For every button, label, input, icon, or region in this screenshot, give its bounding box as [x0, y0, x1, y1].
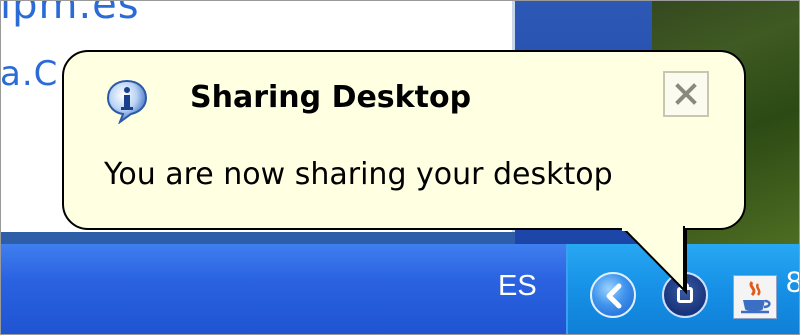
close-button[interactable]: [663, 71, 709, 117]
close-icon: [675, 83, 697, 105]
notification-title: Sharing Desktop: [190, 80, 472, 115]
notification-message: You are now sharing your desktop: [104, 157, 613, 192]
screenshot-frame: ıpm.es a.C ES 8 Sharing Desktop You are …: [0, 0, 800, 335]
info-icon: [106, 79, 148, 124]
